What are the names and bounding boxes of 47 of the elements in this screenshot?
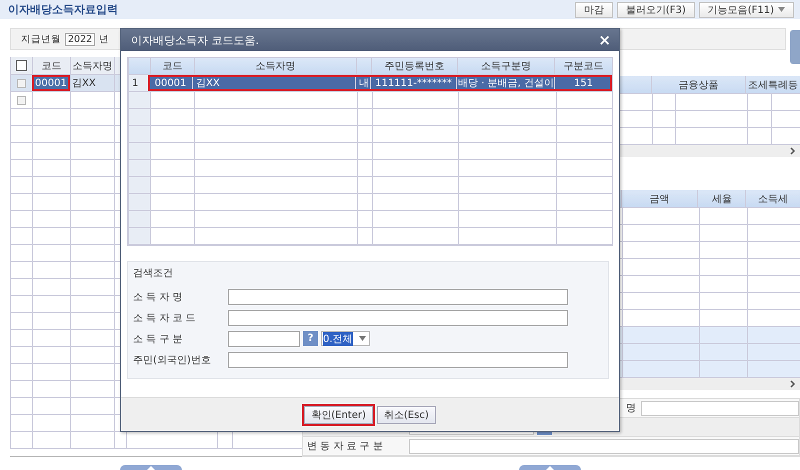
row-checkbox[interactable]: [17, 96, 26, 104]
column-header: 코드: [150, 58, 194, 74]
field-label: 소 득 구 분: [133, 332, 184, 346]
field-label: 변 동 자 료 구 분: [306, 440, 384, 453]
field-label: 명: [626, 402, 637, 415]
column-header: 소득세: [745, 190, 800, 207]
field-label: 주민(외국인)번호: [133, 354, 212, 366]
year-unit: 년: [99, 32, 110, 46]
column-header: 세율: [697, 190, 746, 207]
search-title: 검색조건: [133, 267, 174, 280]
column-header: 코드: [32, 57, 70, 74]
field-label: 소 득 자 코 드: [133, 312, 197, 324]
input-field[interactable]: [228, 310, 568, 326]
chevron-right-icon[interactable]: [790, 380, 796, 388]
table-row[interactable]: 00001 김XX 내 111111-******* 배당 · 분배금, 건설이 151: [148, 75, 612, 91]
filter-label: 지급년월: [21, 32, 61, 46]
toolbar-button[interactable]: 불러오기(F3): [616, 2, 695, 18]
toolbar-button[interactable]: 기능모음(F11): [698, 2, 794, 18]
close-button[interactable]: ×: [598, 31, 611, 49]
name-field[interactable]: [641, 400, 799, 416]
column-header: 구분코드: [554, 58, 612, 74]
field-label: 소 득 자 명: [133, 290, 184, 304]
input-field[interactable]: [228, 352, 568, 368]
page-title: 이자배당소득자료입력: [8, 2, 118, 17]
select-all-checkbox[interactable]: [16, 60, 27, 71]
table-cell-text: 김XX: [72, 77, 96, 90]
column-header: 소득구분명: [456, 58, 554, 74]
change-type-field[interactable]: [409, 438, 799, 454]
caret-icon: [358, 336, 366, 341]
column-header: 주민등록번호: [371, 58, 457, 74]
column-header: 금융상품: [650, 76, 746, 93]
row-checkbox[interactable]: [17, 78, 26, 88]
input-field[interactable]: [228, 288, 568, 304]
dialog-button[interactable]: 확인(Enter): [304, 406, 373, 424]
toolbar-button[interactable]: 마감: [574, 2, 613, 18]
row-number: 1: [128, 75, 148, 91]
dialog-title: 이자배당소득자 코드도움.: [131, 32, 259, 48]
column-header: 소득자명: [194, 58, 356, 74]
column-header: 조세특례등: [745, 76, 800, 93]
input-field[interactable]: [228, 330, 300, 346]
year-field[interactable]: 2022: [65, 32, 96, 46]
caret-icon: [778, 7, 785, 12]
dialog-button[interactable]: 취소(Esc): [376, 406, 436, 424]
income-type-dropdown[interactable]: 0.전체: [321, 331, 370, 346]
chevron-right-icon[interactable]: [790, 147, 796, 155]
column-header: 소득자명: [70, 57, 114, 74]
code-cell: 00001: [32, 75, 70, 91]
